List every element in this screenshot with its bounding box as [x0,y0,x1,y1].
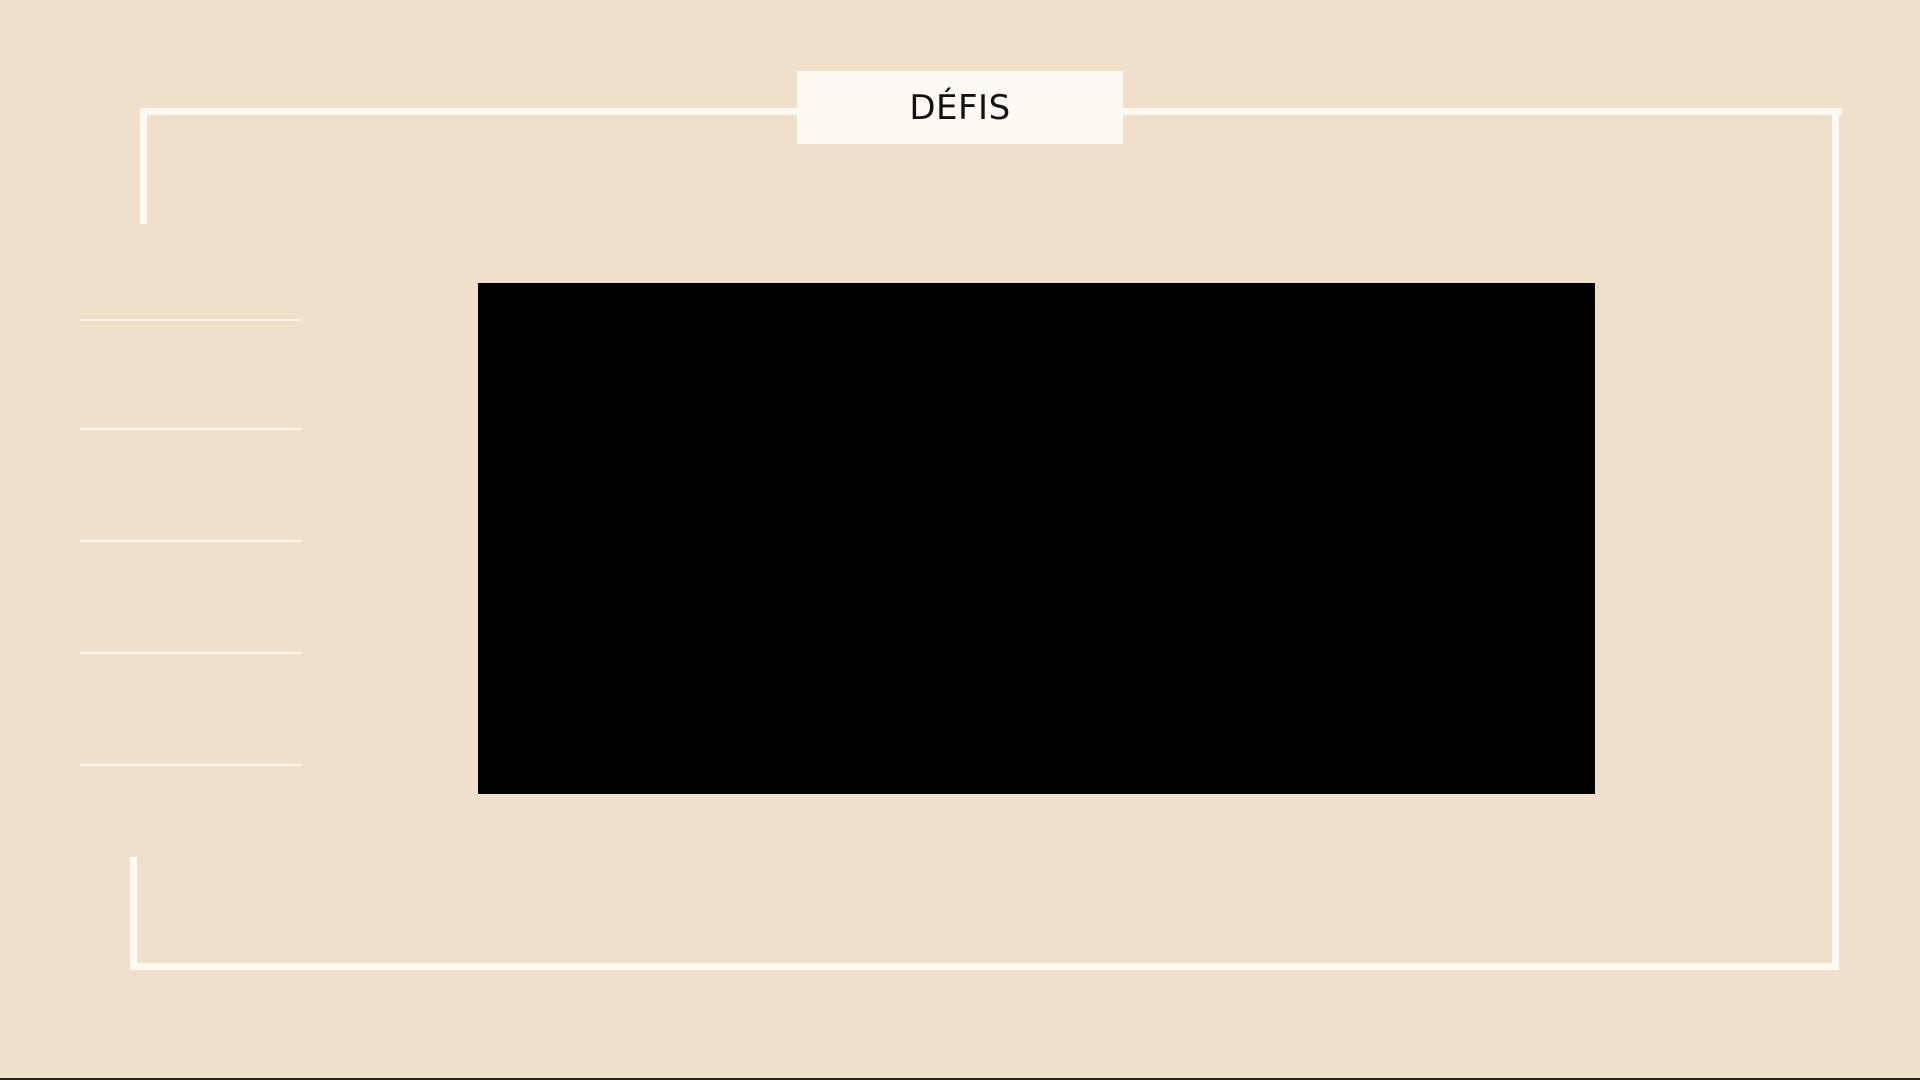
slide-canvas: DÉFIS [0,0,1920,1080]
media-placeholder [478,283,1595,794]
frame-right-line [1832,108,1839,970]
title-box: DÉFIS [797,71,1123,144]
side-rule [80,764,301,766]
frame-bottom-line [130,963,1839,970]
side-rule [80,540,301,542]
side-rules [80,0,301,1080]
side-rule [80,319,301,321]
side-rule [80,652,301,654]
slide-title: DÉFIS [909,87,1011,128]
frame-top-right-line [1120,108,1842,115]
side-rule [80,428,301,430]
